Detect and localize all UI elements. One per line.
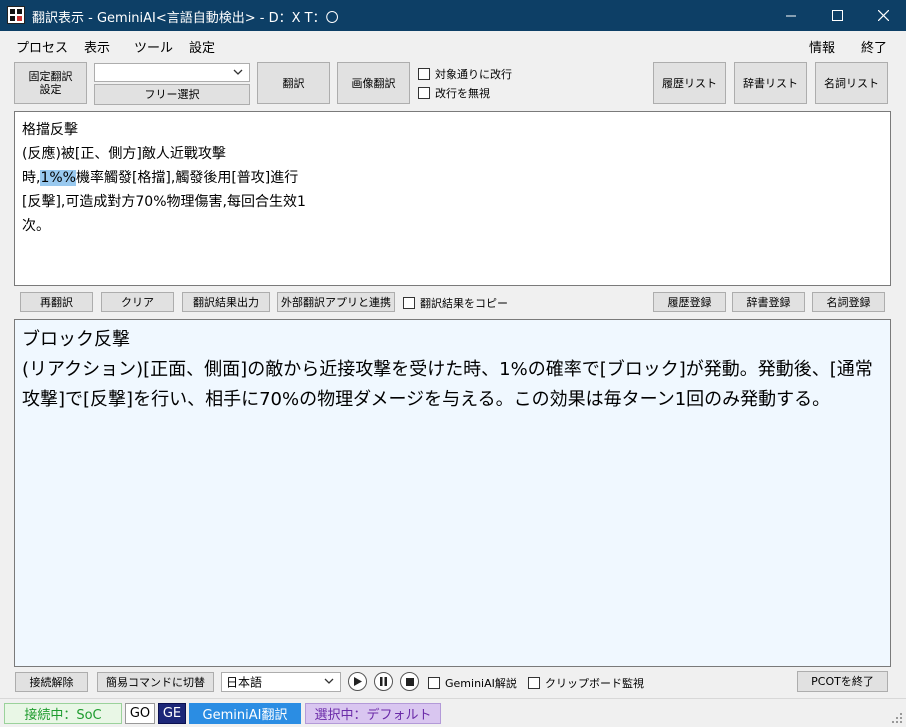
play-icon <box>354 677 362 686</box>
simple-command-button[interactable]: 簡易コマンドに切替 <box>97 672 214 692</box>
fixed-translation-label-1: 固定翻訳 <box>28 70 73 83</box>
checkbox-box[interactable] <box>403 297 415 309</box>
selection-status: 選択中：デフォルト <box>305 703 441 724</box>
history-register-button[interactable]: 履歴登録 <box>653 292 726 312</box>
disconnect-button[interactable]: 接続解除 <box>15 672 88 692</box>
source-text[interactable]: 格擋反擊 (反應)被[正、側方]敵人近戰攻擊 時,1%%機率觸發[格擋],觸發後… <box>22 118 312 238</box>
fixed-translation-settings-button[interactable]: 固定翻訳 設定 <box>14 62 87 104</box>
image-translate-button[interactable]: 画像翻訳 <box>337 62 410 104</box>
play-button[interactable] <box>348 672 367 691</box>
menu-info[interactable]: 情報 <box>809 37 835 56</box>
dictionary-list-button[interactable]: 辞書リスト <box>734 62 807 104</box>
quit-pcot-button[interactable]: PCOTを終了 <box>797 671 888 692</box>
menu-exit[interactable]: 終了 <box>861 37 887 56</box>
clipboard-monitor-checkbox[interactable]: クリップボード監視 <box>528 675 644 691</box>
wrap-as-target-checkbox[interactable]: 対象通りに改行 <box>418 66 512 82</box>
minimize-icon <box>786 15 796 16</box>
window-title: 翻訳表示 - GeminiAI<言語自動検出> - D：X T：〇 <box>32 11 339 26</box>
stop-button[interactable] <box>400 672 419 691</box>
pause-icon <box>380 677 387 686</box>
checkbox-box[interactable] <box>428 677 440 689</box>
translate-button[interactable]: 翻訳 <box>257 62 330 104</box>
status-bar: 接続中：SoC GO GE GeminiAI翻訳 選択中：デフォルト <box>0 698 906 727</box>
noun-list-button[interactable]: 名詞リスト <box>815 62 888 104</box>
menu-settings[interactable]: 設定 <box>189 37 215 56</box>
maximize-button[interactable] <box>814 0 860 31</box>
maximize-icon <box>831 10 843 21</box>
output-result-button[interactable]: 翻訳結果出力 <box>182 292 270 312</box>
noun-register-button[interactable]: 名詞登録 <box>812 292 885 312</box>
history-list-button[interactable]: 履歴リスト <box>653 62 726 104</box>
checkbox-box[interactable] <box>418 68 430 80</box>
fixed-translation-label-2: 設定 <box>39 83 62 96</box>
ge-button[interactable]: GE <box>158 703 186 724</box>
retranslate-button[interactable]: 再翻訳 <box>20 292 93 312</box>
chevron-down-icon <box>233 69 243 75</box>
title-bar[interactable]: 翻訳表示 - GeminiAI<言語自動検出> - D：X T：〇 <box>0 0 906 31</box>
language-select-value: 日本語 <box>226 675 263 690</box>
ignore-newline-label: 改行を無視 <box>435 87 490 100</box>
clipboard-monitor-label: クリップボード監視 <box>545 677 644 690</box>
ignore-newline-checkbox[interactable]: 改行を無視 <box>418 85 490 101</box>
checkbox-box[interactable] <box>418 87 430 99</box>
minimize-button[interactable] <box>768 0 814 31</box>
gemini-explain-label: GeminiAI解説 <box>445 677 517 690</box>
translation-text-area[interactable]: ブロック反撃 (リアクション)[正面、側面]の敵から近接攻撃を受けた時、1%の確… <box>14 319 891 667</box>
connection-status: 接続中：SoC <box>4 703 122 724</box>
preset-select[interactable] <box>94 63 250 82</box>
menu-process[interactable]: プロセス <box>16 37 68 56</box>
source-text-selection: 1%% <box>40 170 76 186</box>
copy-result-label: 翻訳結果をコピー <box>420 297 508 310</box>
dictionary-register-button[interactable]: 辞書登録 <box>732 292 805 312</box>
external-app-button[interactable]: 外部翻訳アプリと連携 <box>277 292 395 312</box>
language-select[interactable]: 日本語 <box>221 672 341 692</box>
go-button[interactable]: GO <box>125 703 155 724</box>
free-select-button[interactable]: フリー選択 <box>94 84 250 105</box>
translation-text[interactable]: ブロック反撃 (リアクション)[正面、側面]の敵から近接攻撃を受けた時、1%の確… <box>22 325 884 415</box>
menu-tools[interactable]: ツール <box>134 37 173 56</box>
stop-icon <box>405 677 414 686</box>
pause-button[interactable] <box>374 672 393 691</box>
wrap-as-target-label: 対象通りに改行 <box>435 68 512 81</box>
app-icon[interactable] <box>7 6 25 24</box>
copy-result-checkbox[interactable]: 翻訳結果をコピー <box>403 295 508 311</box>
source-text-area[interactable]: 格擋反擊 (反應)被[正、側方]敵人近戰攻擊 時,1%%機率觸發[格擋],觸發後… <box>14 111 891 286</box>
menu-view[interactable]: 表示 <box>84 37 110 56</box>
chevron-down-icon <box>324 678 334 684</box>
close-icon <box>877 10 889 21</box>
engine-status[interactable]: GeminiAI翻訳 <box>189 703 301 724</box>
clear-button[interactable]: クリア <box>101 292 174 312</box>
gemini-explain-checkbox[interactable]: GeminiAI解説 <box>428 675 517 691</box>
resize-grip-icon[interactable] <box>891 712 903 724</box>
menu-bar: プロセス 表示 ツール 設定 情報 終了 <box>0 33 906 57</box>
checkbox-box[interactable] <box>528 677 540 689</box>
close-button[interactable] <box>860 0 906 31</box>
